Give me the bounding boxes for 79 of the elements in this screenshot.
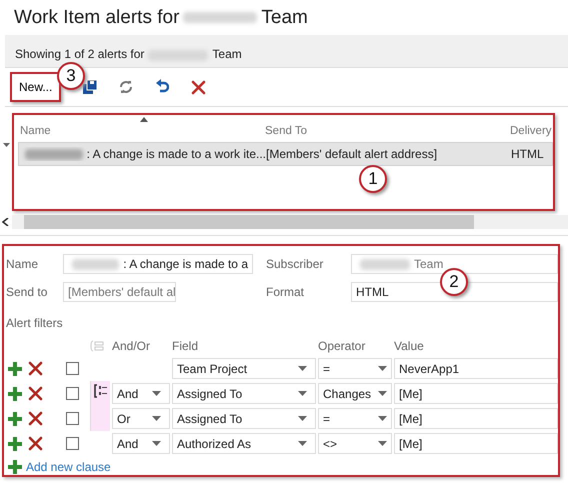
dropdown-caret-icon bbox=[378, 366, 387, 371]
dropdown-caret-icon bbox=[152, 416, 161, 421]
collapse-caret-icon[interactable] bbox=[3, 143, 10, 147]
column-header[interactable]: Name bbox=[20, 125, 265, 137]
column-header: Field bbox=[172, 339, 198, 353]
add-icon[interactable] bbox=[8, 386, 22, 400]
add-icon[interactable] bbox=[8, 436, 22, 450]
field-label: Send to bbox=[6, 285, 48, 299]
callout-number: 1 bbox=[359, 165, 387, 193]
field-label: Subscriber bbox=[266, 257, 324, 271]
clause-checkbox[interactable] bbox=[66, 362, 79, 375]
redacted-block bbox=[360, 258, 410, 270]
dropdown-caret-icon bbox=[152, 391, 161, 396]
dropdown-caret-icon bbox=[378, 391, 387, 396]
field-label: Name bbox=[6, 257, 40, 271]
add-icon[interactable] bbox=[8, 460, 22, 474]
delete-icon[interactable] bbox=[28, 386, 43, 401]
page-title: Team bbox=[261, 6, 308, 28]
alert-row[interactable]: : A change is made to a work ite...[Members' default alert address] HTML bbox=[18, 142, 553, 166]
table-cell: : A change is made to a work ite... bbox=[86, 147, 266, 161]
status-text: Team bbox=[212, 47, 242, 61]
table-cell-text: HTML bbox=[511, 147, 545, 161]
group-bracket-icon bbox=[94, 384, 108, 398]
field-dropdown[interactable]: Authorized As bbox=[172, 433, 316, 454]
horizontal-scrollbar[interactable] bbox=[12, 215, 568, 229]
operator-dropdown[interactable]: = bbox=[318, 408, 392, 429]
field-dropdown[interactable]: Assigned To bbox=[172, 408, 316, 429]
column-header[interactable]: Send To bbox=[265, 125, 510, 137]
field-dropdown[interactable]: Assigned To bbox=[172, 383, 316, 404]
value-field[interactable]: [Me] bbox=[394, 433, 558, 454]
delete-icon[interactable] bbox=[191, 80, 206, 94]
clause-checkbox[interactable] bbox=[66, 412, 79, 425]
table-cell-text: [Members' default alert address] bbox=[266, 147, 438, 161]
dropdown-caret-icon bbox=[152, 441, 161, 446]
and-or-dropdown[interactable]: Or bbox=[112, 408, 170, 429]
subscriber-field[interactable]: Team bbox=[351, 254, 558, 274]
dropdown-caret-icon bbox=[298, 391, 307, 396]
operator-dropdown[interactable]: <> bbox=[318, 433, 392, 454]
clause-checkbox[interactable] bbox=[66, 437, 79, 450]
send-to-field[interactable]: [Members' default al bbox=[63, 282, 176, 302]
delete-icon[interactable] bbox=[28, 436, 43, 451]
save-icon[interactable] bbox=[83, 80, 98, 94]
delete-icon[interactable] bbox=[28, 361, 43, 376]
refresh-icon[interactable] bbox=[119, 80, 134, 94]
undo-icon[interactable] bbox=[155, 79, 170, 95]
clause-checkbox[interactable] bbox=[66, 387, 79, 400]
add-icon[interactable] bbox=[8, 412, 22, 426]
value-field[interactable]: [Me] bbox=[394, 383, 558, 404]
column-header: And/Or bbox=[112, 339, 150, 353]
redacted-block bbox=[148, 50, 208, 61]
section-label: Alert filters bbox=[6, 316, 64, 330]
dropdown-caret-icon bbox=[298, 416, 307, 421]
dropdown-caret-icon bbox=[298, 441, 307, 446]
redacted-block bbox=[25, 148, 83, 160]
redacted-block bbox=[72, 258, 120, 270]
add-clause-link[interactable]: Add new clause bbox=[26, 460, 111, 474]
column-header: Operator bbox=[318, 339, 366, 353]
column-header: Value bbox=[394, 339, 424, 353]
scroll-left-icon[interactable] bbox=[2, 218, 10, 226]
dropdown-caret-icon bbox=[298, 366, 307, 371]
delete-icon[interactable] bbox=[28, 411, 43, 426]
dropdown-caret-icon bbox=[378, 416, 387, 421]
operator-dropdown[interactable]: = bbox=[318, 358, 392, 379]
status-text: Showing 1 of 2 alerts for bbox=[15, 47, 144, 61]
and-or-dropdown[interactable]: And bbox=[112, 433, 170, 454]
dropdown-caret-icon bbox=[378, 441, 387, 446]
new-button[interactable]: New... bbox=[10, 72, 62, 102]
sort-caret-icon bbox=[140, 117, 148, 122]
and-or-dropdown[interactable]: And bbox=[112, 383, 170, 404]
field-label: Format bbox=[266, 285, 306, 299]
name-field[interactable]: : A change is made to a bbox=[63, 254, 253, 274]
column-header[interactable]: Delivery bbox=[510, 125, 553, 137]
value-field[interactable]: [Me] bbox=[394, 408, 558, 429]
add-icon[interactable] bbox=[8, 362, 22, 376]
callout-number: 2 bbox=[440, 268, 468, 296]
page-title: Work Item alerts for bbox=[14, 6, 180, 28]
value-field[interactable]: NeverApp1 bbox=[394, 358, 558, 379]
field-dropdown[interactable]: Team Project bbox=[172, 358, 316, 379]
operator-dropdown[interactable]: Changes bbox=[318, 383, 392, 404]
